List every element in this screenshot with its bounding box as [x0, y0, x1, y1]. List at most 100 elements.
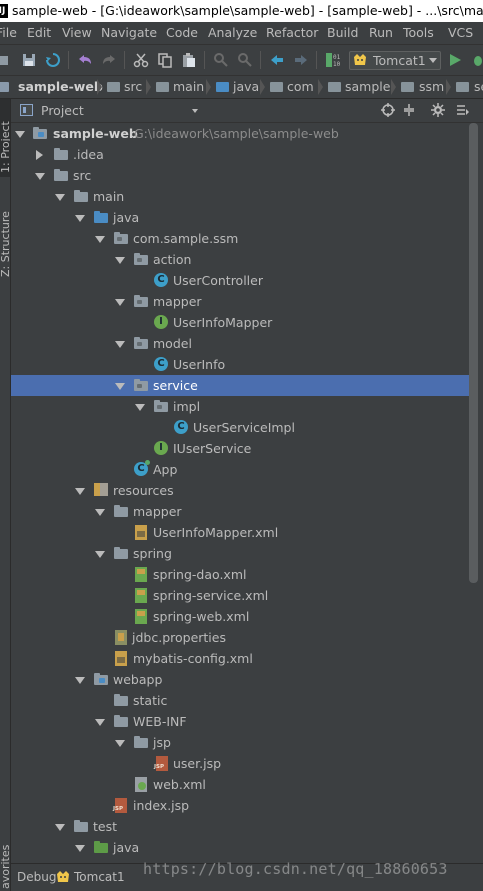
breadcrumb-item-java[interactable]: java [213, 76, 259, 98]
project-tool-tab-label[interactable]: 1: Project [0, 121, 10, 173]
expand-arrow-icon[interactable] [75, 215, 85, 222]
locate-file-icon[interactable] [381, 103, 395, 117]
tree-row[interactable]: user.jsp [11, 753, 473, 774]
expand-arrow-icon[interactable] [95, 509, 105, 516]
tree-row[interactable]: C UserInfo [11, 354, 473, 375]
tree-row[interactable]: main [11, 186, 473, 207]
expand-arrow-icon[interactable] [35, 173, 45, 180]
menu-run[interactable]: Run [369, 22, 393, 44]
tree-row[interactable]: C UserServiceImpl [11, 417, 473, 438]
sync-icon[interactable] [45, 52, 61, 68]
collapse-arrow-icon[interactable] [36, 150, 43, 160]
redo-icon[interactable] [101, 52, 117, 68]
tree-row[interactable]: spring [11, 543, 473, 564]
cut-icon[interactable] [133, 52, 149, 68]
breadcrumb-item-main[interactable]: main [153, 76, 204, 98]
forward-icon[interactable] [293, 52, 309, 68]
breadcrumb-item-sample[interactable]: sample [325, 76, 390, 98]
expand-arrow-icon[interactable] [75, 488, 85, 495]
tree-row[interactable]: jsp [11, 732, 473, 753]
tree-row[interactable]: C App [11, 459, 473, 480]
expand-arrow-icon[interactable] [135, 404, 145, 411]
structure-tool-tab-label[interactable]: Z: Structure [0, 211, 10, 277]
expand-arrow-icon[interactable] [115, 341, 125, 348]
breadcrumb-item-src[interactable]: src [104, 76, 144, 98]
breadcrumb-item-ssm[interactable]: ssm [398, 76, 444, 98]
expand-arrow-icon[interactable] [75, 677, 85, 684]
project-tree[interactable]: sample-web G:\ideawork\sample\sample-web… [11, 123, 483, 863]
debug-tool-tab[interactable]: Debug [17, 864, 56, 891]
tree-row[interactable]: resources [11, 480, 473, 501]
tree-row[interactable]: .idea [11, 144, 473, 165]
tree-row[interactable]: static [11, 690, 473, 711]
collapse-all-icon[interactable] [402, 103, 416, 117]
hide-panel-icon[interactable] [455, 103, 469, 117]
settings-gear-icon[interactable] [431, 103, 445, 117]
tree-row[interactable]: jdbc.properties [11, 627, 473, 648]
replace-icon[interactable] [237, 52, 253, 68]
open-folder-icon[interactable] [0, 52, 10, 68]
tree-row[interactable]: web.xml [11, 774, 473, 795]
debug-icon[interactable] [470, 52, 483, 68]
breadcrumb-item-com[interactable]: com [267, 76, 317, 98]
menu-build[interactable]: Build [327, 22, 358, 44]
project-view-title[interactable]: Project [41, 99, 84, 122]
run-configuration-selector[interactable]: Tomcat1 [349, 51, 441, 70]
menu-file[interactable]: File [0, 22, 17, 44]
back-icon[interactable] [269, 52, 285, 68]
tree-row[interactable]: UserInfoMapper.xml [11, 522, 473, 543]
tree-row[interactable]: spring-dao.xml [11, 564, 473, 585]
tree-row[interactable]: WEB-INF [11, 711, 473, 732]
debug-config-label[interactable]: Tomcat1 [74, 864, 125, 891]
tree-row[interactable]: spring-service.xml [11, 585, 473, 606]
undo-icon[interactable] [77, 52, 93, 68]
tree-row[interactable]: I IUserService [11, 438, 473, 459]
tree-row[interactable]: spring-web.xml [11, 606, 473, 627]
expand-arrow-icon[interactable] [95, 236, 105, 243]
menu-analyze[interactable]: Analyze [208, 22, 257, 44]
menu-navigate[interactable]: Navigate [101, 22, 157, 44]
menu-vcs[interactable]: VCS [448, 22, 473, 44]
menu-tools[interactable]: Tools [403, 22, 434, 44]
tree-scrollbar[interactable] [469, 123, 478, 583]
tree-row[interactable]: model [11, 333, 473, 354]
build-project-icon[interactable]: 0110 [325, 52, 341, 68]
tree-row[interactable]: mapper [11, 291, 473, 312]
expand-arrow-icon[interactable] [115, 383, 125, 390]
expand-arrow-icon[interactable] [15, 131, 25, 138]
menu-refactor[interactable]: Refactor [266, 22, 318, 44]
tree-row[interactable]: C UserController [11, 270, 473, 291]
menu-code[interactable]: Code [166, 22, 198, 44]
tree-row[interactable]: webapp [11, 669, 473, 690]
save-icon[interactable] [21, 52, 37, 68]
tree-row[interactable]: mapper [11, 501, 473, 522]
menu-edit[interactable]: Edit [27, 22, 51, 44]
expand-arrow-icon[interactable] [115, 257, 125, 264]
tree-row[interactable]: com.sample.ssm [11, 228, 473, 249]
tree-row-selected[interactable]: service [11, 375, 473, 396]
expand-arrow-icon[interactable] [115, 299, 125, 306]
expand-arrow-icon[interactable] [95, 719, 105, 726]
expand-arrow-icon[interactable] [55, 824, 65, 831]
tree-row[interactable]: java [11, 837, 473, 858]
breadcrumb-item-service[interactable]: se [453, 76, 483, 98]
tree-row[interactable]: test [11, 816, 473, 837]
tree-row[interactable]: mybatis-config.xml [11, 648, 473, 669]
favorites-tool-tab-label[interactable]: avorites [0, 845, 10, 889]
tree-row[interactable]: sample-web G:\ideawork\sample\sample-web [11, 123, 473, 144]
expand-arrow-icon[interactable] [75, 845, 85, 852]
tree-row[interactable]: src [11, 165, 473, 186]
breadcrumb-item-sample-web[interactable]: sample-web [0, 76, 103, 98]
run-icon[interactable] [447, 52, 463, 68]
tree-row[interactable]: I UserInfoMapper [11, 312, 473, 333]
copy-icon[interactable] [157, 52, 173, 68]
tree-row[interactable]: index.jsp [11, 795, 473, 816]
tree-row[interactable]: action [11, 249, 473, 270]
expand-arrow-icon[interactable] [115, 740, 125, 747]
menu-view[interactable]: View [62, 22, 92, 44]
tree-row[interactable]: java [11, 207, 473, 228]
expand-arrow-icon[interactable] [95, 551, 105, 558]
chevron-down-icon[interactable] [192, 109, 198, 113]
tree-row[interactable]: impl [11, 396, 473, 417]
expand-arrow-icon[interactable] [55, 194, 65, 201]
